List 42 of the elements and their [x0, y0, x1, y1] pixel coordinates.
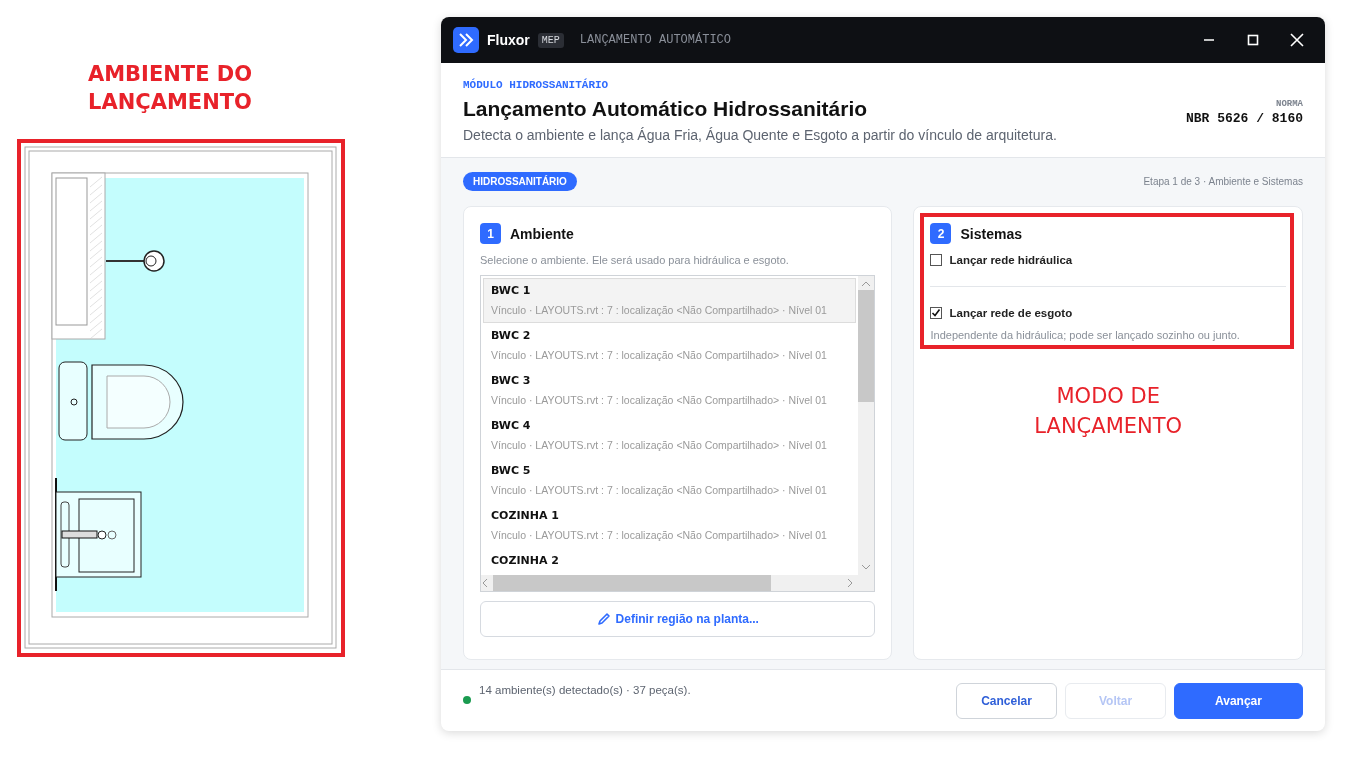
category-tag: HIDROSSANITÁRIO — [463, 172, 577, 191]
footer-button[interactable]: Avançar — [1174, 682, 1303, 719]
room-item[interactable]: BWC 2 Vínculo · LAYOUTS.rvt : 7 : localização <Não Compartilhado> · Nível 01 — [483, 323, 857, 368]
room-item[interactable]: COZINHA 2 — [483, 548, 857, 575]
vertical-scrollbar[interactable] — [858, 276, 875, 591]
app-badge: MEP — [537, 32, 564, 48]
step-number: 2 — [930, 223, 952, 244]
horizontal-scrollbar[interactable] — [481, 575, 859, 591]
close-icon — [1290, 33, 1304, 47]
status-text: 14 ambiente(s) detectado(s) · 37 peça(s). — [479, 683, 691, 696]
dialog-title: Lançamento Automático Hidrossanitário — [463, 97, 869, 121]
checkbox[interactable] — [930, 254, 943, 266]
room-item[interactable]: BWC 1 Vínculo · LAYOUTS.rvt : 7 : localização <Não Compartilhado> · Nível 01 — [483, 278, 857, 323]
room-item[interactable]: BWC 4 Vínculo · LAYOUTS.rvt : 7 : localização <Não Compartilhado> · Nível 01 — [483, 413, 857, 458]
checkbox-label: Lançar rede hidráulica — [949, 254, 1073, 266]
card-title: Ambiente — [510, 225, 574, 242]
checkbox-label: Lançar rede de esgoto — [949, 307, 1073, 319]
module-label: MÓDULO HIDROSSANITÁRIO — [463, 79, 610, 91]
maximize-icon — [1247, 34, 1259, 46]
annotation-label: AMBIENTE DO LANÇAMENTO — [86, 61, 254, 116]
window-title: LANÇAMENTO AUTOMÁTICO — [579, 33, 733, 47]
scroll-up-icon[interactable] — [861, 280, 872, 288]
define-region-button[interactable]: Definir região na planta... — [480, 601, 876, 637]
app-name: Fluxor — [487, 32, 530, 48]
norm-value: NBR 5626 / 8160 — [1185, 111, 1303, 126]
card-hint: Selecione o ambiente. Ele será usado para hidráulica e esgoto. — [480, 254, 790, 266]
step-indicator: Etapa 1 de 3 · Ambiente e Sistemas — [1143, 176, 1303, 187]
card-title: Sistemas — [960, 225, 1022, 242]
footer-button[interactable]: Cancelar — [956, 682, 1057, 719]
annotation-label: MODO DE LANÇAMENTO — [1033, 383, 1184, 440]
step-number: 1 — [480, 223, 501, 244]
checkbox[interactable] — [930, 307, 943, 319]
status-dot — [463, 695, 471, 704]
norm-label: NORMA — [1275, 99, 1303, 109]
pencil-icon — [596, 612, 611, 626]
room-item[interactable]: BWC 3 Vínculo · LAYOUTS.rvt : 7 : localização <Não Compartilhado> · Nível 01 — [483, 368, 857, 413]
room-item[interactable]: BWC 5 Vínculo · LAYOUTS.rvt : 7 : localização <Não Compartilhado> · Nível 01 — [483, 458, 857, 503]
option-note: Independente da hidráulica; pode ser lançado sozinho ou junto. — [930, 329, 1241, 341]
room-item[interactable]: COZINHA 1 Vínculo · LAYOUTS.rvt : 7 : localização <Não Compartilhado> · Nível 01 — [483, 503, 857, 548]
logo-icon — [453, 27, 479, 53]
dialog-subtitle: Detecta o ambiente e lança Água Fria, Água Quente e Esgoto a partir do vínculo de arquitetura. — [463, 127, 1057, 143]
scroll-down-icon[interactable] — [861, 563, 872, 571]
